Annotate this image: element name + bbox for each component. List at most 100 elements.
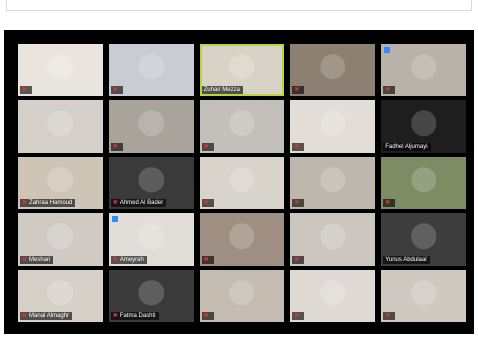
muted-microphone-icon: ✖ — [112, 313, 118, 319]
participant-video-placeholder — [47, 167, 74, 193]
participant-name-label: Yunus Abdulaal — [383, 255, 430, 264]
muted-microphone-icon: ✖ — [294, 313, 300, 319]
participant-tile[interactable]: ✖ — [108, 44, 194, 97]
participant-tile[interactable]: ✖ — [381, 269, 466, 322]
participant-name: Fatma Dashti — [119, 313, 156, 319]
participant-name-label: ✖ — [110, 142, 123, 151]
participant-name-label: ✖ — [292, 199, 305, 208]
muted-microphone-icon: ✖ — [294, 143, 300, 150]
participant-tile[interactable]: ✖ Fatma Dashti — [108, 269, 194, 322]
participant-name-label: ✖ — [292, 255, 305, 264]
muted-microphone-icon: ✖ — [112, 143, 118, 150]
participant-video-placeholder — [47, 110, 74, 137]
muted-microphone-icon: ✖ — [294, 256, 300, 263]
participant-video-placeholder — [138, 223, 164, 249]
participant-name-label: ✖ — [201, 142, 214, 151]
participant-name: Ameyrah — [119, 256, 144, 263]
muted-microphone-icon: ✖ — [22, 87, 28, 94]
participant-video-placeholder — [47, 223, 74, 249]
participant-tile[interactable]: ✖ — [18, 44, 103, 97]
participant-name-label: ✖ — [383, 86, 396, 95]
participant-tile[interactable]: Fadhel Aljumayi — [381, 100, 466, 153]
participant-video-placeholder — [320, 110, 346, 137]
participant-tile[interactable]: ✖ Ameyrah — [108, 213, 194, 266]
participant-name-label: Fadhel Aljumayi — [383, 142, 431, 151]
participant-name-label: ✖ — [383, 312, 396, 320]
participant-video-placeholder — [229, 223, 255, 249]
muted-microphone-icon: ✖ — [112, 256, 118, 263]
participant-tile[interactable]: ✖ — [199, 269, 285, 322]
participant-name-label: ✖ — [201, 199, 214, 208]
participant-tile[interactable]: ✖ — [108, 100, 194, 153]
participant-name-label: ✖ — [201, 255, 214, 264]
participant-gallery-grid: ✖ ✖ Zuhair Mezza ✖ ✖ ✖ ✖ ✖ Fadhel Aljumayi ✖ Zahra… — [18, 44, 466, 322]
muted-microphone-icon: ✖ — [112, 87, 118, 94]
participant-tile[interactable]: ✖ Ahmed Al Bader — [108, 156, 194, 210]
muted-microphone-icon: ✖ — [385, 313, 391, 319]
participant-video-placeholder — [320, 223, 346, 249]
participant-name: Zahraa Hamoud — [29, 200, 73, 207]
participant-name-label: ✖ — [292, 86, 305, 95]
participant-tile[interactable]: ✖ — [290, 44, 376, 97]
participant-video-placeholder — [138, 167, 164, 193]
muted-microphone-icon: ✖ — [22, 200, 28, 207]
pinned-indicator-icon — [111, 216, 118, 223]
participant-name: Ahmed Al Bader — [119, 200, 164, 207]
participant-tile[interactable]: Zuhair Mezza — [199, 44, 285, 97]
muted-microphone-icon: ✖ — [22, 313, 28, 319]
participant-video-placeholder — [138, 110, 164, 137]
participant-video-placeholder — [47, 54, 74, 80]
muted-microphone-icon: ✖ — [22, 256, 28, 263]
participant-video-placeholder — [410, 167, 437, 193]
participant-tile[interactable]: ✖ — [290, 100, 376, 153]
participant-name-label: Zuhair Mezza — [201, 86, 243, 95]
participant-tile[interactable]: ✖ Manal Almaghr — [18, 269, 103, 322]
participant-name-label: ✖ — [383, 199, 396, 208]
participant-name-label: ✖ — [20, 86, 33, 95]
participant-video-placeholder — [410, 54, 437, 80]
participant-name-label: ✖ — [292, 142, 305, 151]
participant-tile[interactable]: ✖ — [381, 156, 466, 210]
participant-name: Yunus Abdulaal — [385, 256, 427, 263]
participant-video-placeholder — [320, 54, 346, 80]
participant-name-label: ✖ Zahraa Hamoud — [20, 199, 76, 208]
participant-video-placeholder — [229, 110, 255, 137]
participant-video-placeholder — [229, 167, 255, 193]
muted-microphone-icon: ✖ — [294, 200, 300, 207]
participant-tile[interactable]: ✖ — [290, 156, 376, 210]
participant-name-label: ✖ Meshari — [20, 255, 54, 264]
participant-tile[interactable]: ✖ Meshari — [18, 213, 103, 266]
participant-video-placeholder — [138, 279, 164, 306]
muted-microphone-icon: ✖ — [385, 200, 391, 207]
participant-tile[interactable]: ✖ — [290, 269, 376, 322]
muted-microphone-icon: ✖ — [294, 87, 300, 94]
participant-video-placeholder — [410, 223, 437, 249]
participant-tile[interactable]: ✖ — [290, 213, 376, 266]
participant-video-placeholder — [229, 54, 255, 80]
participant-name-label: ✖ Ahmed Al Bader — [110, 199, 167, 208]
participant-name-label: ✖ — [292, 312, 305, 320]
video-call-screen: ✖ ✖ Zuhair Mezza ✖ ✖ ✖ ✖ ✖ Fadhel Aljumayi ✖ Zahra… — [4, 30, 474, 334]
participant-video-placeholder — [320, 167, 346, 193]
participant-tile[interactable]: ✖ — [199, 100, 285, 153]
participant-video-placeholder — [229, 279, 255, 306]
pinned-indicator-icon — [384, 47, 391, 53]
muted-microphone-icon: ✖ — [203, 200, 209, 207]
participant-name-label: ✖ Ameyrah — [110, 255, 147, 264]
participant-tile[interactable]: ✖ — [199, 213, 285, 266]
participant-tile[interactable] — [18, 100, 103, 153]
participant-video-placeholder — [410, 110, 437, 137]
participant-video-placeholder — [47, 279, 74, 306]
participant-name: Zuhair Mezza — [203, 87, 240, 94]
muted-microphone-icon: ✖ — [112, 200, 118, 207]
browser-top-bar — [6, 0, 472, 11]
participant-tile[interactable]: Yunus Abdulaal — [381, 213, 466, 266]
participant-tile[interactable]: ✖ — [381, 44, 466, 97]
muted-microphone-icon: ✖ — [203, 313, 209, 319]
participant-name: Manal Almaghr — [29, 313, 70, 319]
participant-name-label: ✖ — [110, 86, 123, 95]
participant-tile[interactable]: ✖ Zahraa Hamoud — [18, 156, 103, 210]
participant-name-label: ✖ Fatma Dashti — [110, 312, 159, 320]
participant-tile[interactable]: ✖ — [199, 156, 285, 210]
participant-video-placeholder — [320, 279, 346, 306]
